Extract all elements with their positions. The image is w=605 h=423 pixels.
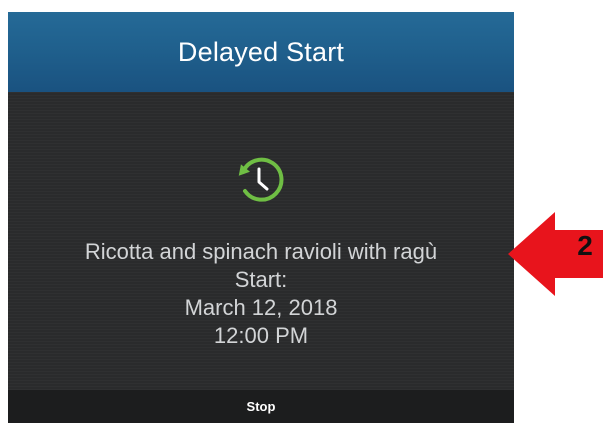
delayed-start-clock-icon [238, 157, 284, 202]
device-screen: Delayed Start Ricotta and spinach raviol… [8, 12, 514, 423]
footer-bar: Stop [8, 390, 514, 423]
start-label: Start: [234, 267, 288, 292]
start-time: 12:00 PM [213, 323, 309, 348]
callout-number: 2 [577, 230, 593, 261]
delayed-start-info: Ricotta and spinach ravioli with ragù St… [8, 238, 514, 350]
header-bar: Delayed Start [8, 12, 514, 92]
stop-button[interactable]: Stop [247, 399, 276, 414]
main-content: Ricotta and spinach ravioli with ragù St… [8, 92, 514, 390]
start-date: March 12, 2018 [184, 295, 338, 320]
page-title: Delayed Start [177, 36, 345, 67]
recipe-name: Ricotta and spinach ravioli with ragù [84, 239, 438, 264]
stage: Delayed Start Ricotta and spinach raviol… [0, 0, 605, 423]
